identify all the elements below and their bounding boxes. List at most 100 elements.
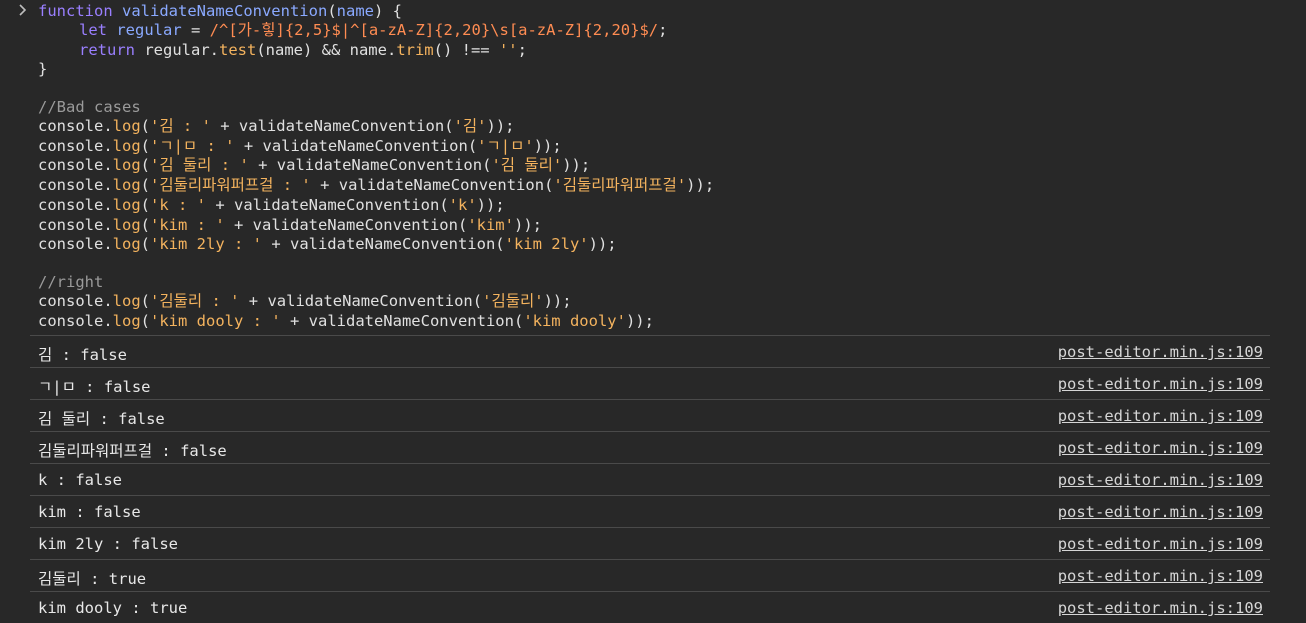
paren-open: ( bbox=[140, 292, 150, 310]
console-output-text: 김 둘리 : false bbox=[38, 410, 165, 428]
paren-open: ( bbox=[472, 292, 483, 310]
console-output-text: ㄱ|ㅁ : false bbox=[38, 378, 151, 396]
log-label-string: 'ㄱ|ㅁ : ' bbox=[150, 136, 235, 155]
keyword-let: let bbox=[79, 21, 107, 39]
code-line-function-declaration: function validateNameConvention(name) { bbox=[38, 1, 402, 21]
function-call-name: validateNameConvention bbox=[262, 136, 468, 155]
console-output-text: 김둘리파워퍼프걸 : false bbox=[38, 442, 227, 460]
log-label-string: 'kim : ' bbox=[150, 215, 225, 234]
console-object: console. bbox=[38, 292, 113, 310]
source-link[interactable]: post-editor.min.js:109 bbox=[1058, 567, 1263, 585]
paren-open: ( bbox=[457, 215, 468, 234]
code-line-close-brace: } bbox=[38, 60, 48, 78]
console-object: console. bbox=[38, 136, 113, 155]
log-label-string: 'k : ' bbox=[150, 195, 206, 214]
paren-close: )); bbox=[513, 215, 542, 234]
function-call-name: validateNameConvention bbox=[276, 156, 483, 175]
source-link[interactable]: post-editor.min.js:109 bbox=[1058, 503, 1263, 521]
paren-close: )); bbox=[486, 117, 515, 135]
console-output-row: kim 2ly : false post-editor.min.js:109 bbox=[30, 527, 1270, 559]
function-call-name: validateNameConvention bbox=[238, 117, 445, 135]
plus-op: + bbox=[224, 215, 253, 234]
method-log: log bbox=[112, 292, 141, 310]
console-output-row: k : false post-editor.min.js:109 bbox=[30, 463, 1270, 495]
param-name: name bbox=[336, 2, 374, 20]
source-link[interactable]: post-editor.min.js:109 bbox=[1058, 535, 1263, 553]
paren-open: ( bbox=[140, 215, 150, 234]
empty-string: '' bbox=[498, 41, 518, 59]
source-link[interactable]: post-editor.min.js:109 bbox=[1058, 471, 1263, 489]
source-link[interactable]: post-editor.min.js:109 bbox=[1058, 343, 1263, 361]
code-line-bad-case: console.log('kim 2ly : ' + validateNameC… bbox=[38, 234, 617, 254]
code-line-bad-case: console.log('김 : ' + validateNameConvent… bbox=[38, 116, 515, 136]
comment-bad-cases: //Bad cases bbox=[38, 98, 141, 116]
method-log: log bbox=[112, 176, 141, 195]
function-arg-string: '김둘리' bbox=[482, 292, 544, 310]
paren-open: ( bbox=[140, 312, 150, 330]
console-output-row: 김 : false post-editor.min.js:109 bbox=[30, 335, 1270, 367]
function-call-name: validateNameConvention bbox=[267, 292, 473, 310]
function-call-name: validateNameConvention bbox=[234, 195, 440, 214]
code-line-bad-case: console.log('김둘리파워퍼프걸 : ' + validateName… bbox=[38, 175, 714, 195]
function-arg-string: 'kim 2ly' bbox=[504, 235, 589, 254]
comment-right: //right bbox=[38, 273, 104, 291]
paren-close: )); bbox=[625, 312, 654, 330]
source-link[interactable]: post-editor.min.js:109 bbox=[1058, 407, 1263, 425]
code-line-bad-case: console.log('김 둘리 : ' + validateNameConv… bbox=[38, 155, 590, 175]
console-output-text: 김 : false bbox=[38, 346, 127, 364]
paren-open: ( bbox=[140, 136, 150, 155]
source-link[interactable]: post-editor.min.js:109 bbox=[1058, 439, 1263, 457]
console-output-text: kim dooly : true bbox=[38, 599, 188, 617]
paren-open: ( bbox=[140, 176, 150, 195]
plus-op: + bbox=[261, 235, 290, 254]
paren-close: )); bbox=[686, 176, 715, 195]
paren-close: )); bbox=[543, 292, 572, 310]
paren-open: ( bbox=[140, 156, 150, 175]
console-output-row: kim : false post-editor.min.js:109 bbox=[30, 495, 1270, 527]
log-label-string: 'kim 2ly : ' bbox=[150, 235, 262, 254]
paren-open: ( bbox=[444, 117, 454, 135]
function-arg-string: '김 둘리' bbox=[491, 156, 563, 175]
paren-open: ( bbox=[467, 136, 478, 155]
function-arg-string: '김' bbox=[453, 117, 487, 135]
console-output-row: kim dooly : true post-editor.min.js:109 bbox=[30, 591, 1270, 623]
console-output-row: 김 둘리 : false post-editor.min.js:109 bbox=[30, 399, 1270, 431]
console-object: console. bbox=[38, 195, 113, 214]
console-output-row: 김둘리 : true post-editor.min.js:109 bbox=[30, 559, 1270, 591]
code-line-let-regular: let regular = /^[가-힣]{2,5}$|^[a-zA-Z]{2,… bbox=[79, 20, 667, 40]
var-regular: regular bbox=[116, 21, 182, 39]
console-object: console. bbox=[38, 156, 113, 175]
paren-close: )); bbox=[476, 195, 505, 214]
log-label-string: '김둘리파워퍼프걸 : ' bbox=[150, 176, 311, 195]
return-rest: () !== bbox=[433, 41, 499, 59]
console-output-list: 김 : false post-editor.min.js:109 ㄱ|ㅁ : fal… bbox=[30, 335, 1270, 623]
method-log: log bbox=[112, 312, 141, 330]
console-object: console. bbox=[38, 117, 113, 135]
function-name: validateNameConvention bbox=[122, 2, 328, 20]
paren-open: ( bbox=[495, 235, 505, 254]
paren-open: ( bbox=[513, 312, 524, 330]
code-line-right-case: console.log('kim dooly : ' + validateNam… bbox=[38, 311, 654, 331]
chevron-right-icon[interactable] bbox=[18, 3, 30, 19]
paren-open: ( bbox=[140, 117, 150, 135]
method-log: log bbox=[112, 195, 141, 214]
paren-open: ( bbox=[439, 195, 449, 214]
console-output-text: kim 2ly : false bbox=[38, 535, 178, 553]
method-trim: trim bbox=[396, 41, 434, 59]
console-output-row: ㄱ|ㅁ : false post-editor.min.js:109 bbox=[30, 367, 1270, 399]
function-call-name: validateNameConvention bbox=[252, 215, 458, 234]
console-output-row: 김둘리파워퍼프걸 : false post-editor.min.js:109 bbox=[30, 431, 1270, 463]
function-call-name: validateNameConvention bbox=[308, 312, 514, 330]
source-link[interactable]: post-editor.min.js:109 bbox=[1058, 375, 1263, 393]
function-arg-string: 'ㄱ|ㅁ' bbox=[477, 136, 534, 155]
plus-op: + bbox=[248, 156, 277, 175]
method-log: log bbox=[112, 215, 141, 234]
semicolon: ; bbox=[517, 41, 527, 59]
assign-op: = bbox=[181, 21, 210, 39]
method-log: log bbox=[112, 117, 141, 135]
source-link[interactable]: post-editor.min.js:109 bbox=[1058, 599, 1263, 617]
semicolon: ; bbox=[658, 21, 668, 39]
paren-close: )); bbox=[533, 136, 562, 155]
code-line-bad-case: console.log('ㄱ|ㅁ : ' + validateNameConve… bbox=[38, 136, 562, 156]
paren-close: ) { bbox=[373, 2, 402, 20]
